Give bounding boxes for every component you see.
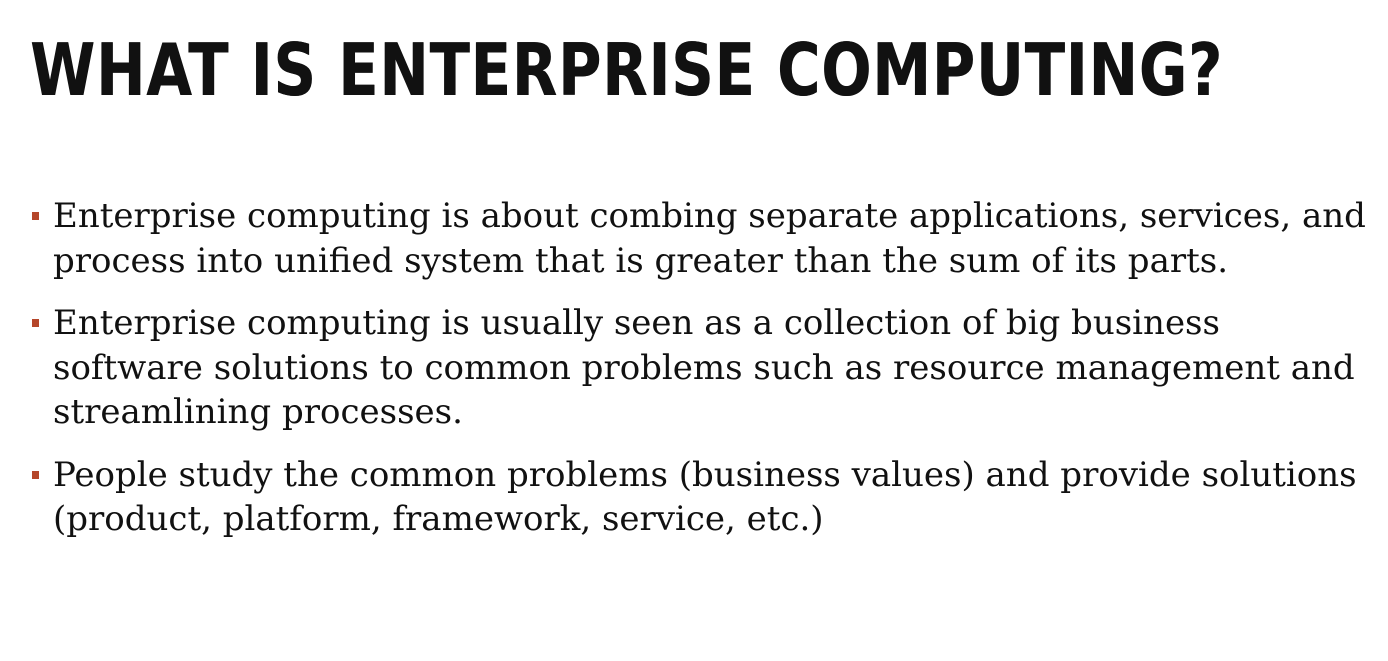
bullet-list: Enterprise computing is about combing se…	[30, 194, 1370, 560]
bullet-item: People study the common problems (busine…	[30, 453, 1370, 542]
bullet-text: People study the common problems (busine…	[53, 454, 1357, 540]
bullet-text: Enterprise computing is about combing se…	[53, 196, 1366, 281]
square-bullet-icon	[32, 470, 39, 479]
slide: WHAT IS ENTERPRISE COMPUTING? Enterprise…	[0, 0, 1388, 661]
bullet-item: Enterprise computing is about combing se…	[30, 194, 1370, 283]
bullet-item: Enterprise computing is usually seen as …	[30, 301, 1370, 435]
slide-title: WHAT IS ENTERPRISE COMPUTING?	[30, 28, 1224, 112]
square-bullet-icon	[32, 212, 39, 220]
bullet-text: Enterprise computing is usually seen as …	[53, 303, 1355, 432]
square-bullet-icon	[32, 319, 39, 327]
